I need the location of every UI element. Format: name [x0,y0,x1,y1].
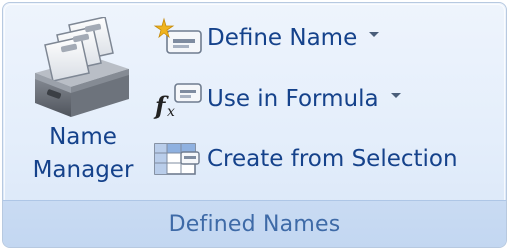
name-manager-icon [29,16,137,125]
svg-text:x: x [167,104,175,120]
name-manager-label: Name Manager [21,121,145,187]
create-from-selection-button[interactable]: Create from Selection [151,138,503,180]
name-manager-button[interactable]: Name Manager [21,11,145,197]
name-manager-label-line2: Manager [32,157,134,183]
define-name-button[interactable]: Define Name [151,17,503,59]
defined-names-group: Name Manager Define Name f x Use in Form… [2,2,507,248]
use-in-formula-label: Use in Formula [207,86,379,112]
group-footer: Defined Names [3,200,506,247]
create-from-selection-icon [151,138,207,180]
use-in-formula-icon: f x [151,78,207,120]
use-in-formula-button[interactable]: f x Use in Formula [151,78,503,120]
define-name-label: Define Name [207,25,358,51]
group-title: Defined Names [168,211,341,237]
name-manager-label-line1: Name [49,124,117,150]
use-in-formula-dropdown-arrow-icon[interactable] [390,92,401,98]
create-from-selection-label: Create from Selection [207,146,458,172]
define-name-icon [151,17,207,59]
define-name-dropdown-arrow-icon[interactable] [369,31,380,37]
